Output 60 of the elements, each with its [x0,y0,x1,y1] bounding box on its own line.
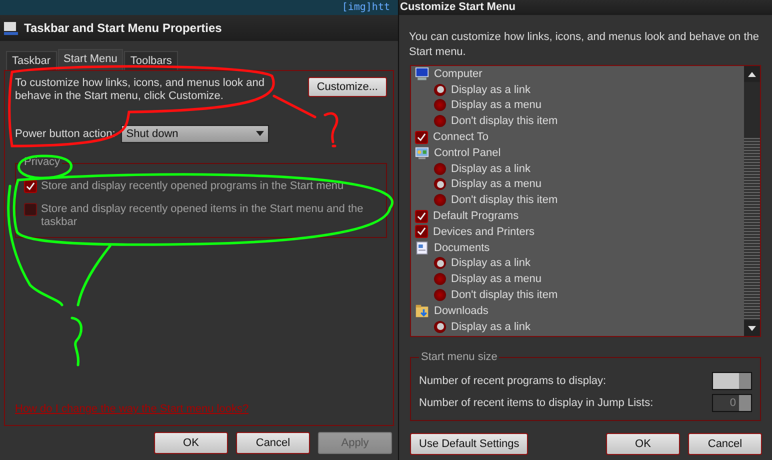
tab[interactable]: Taskbar [6,50,57,70]
caret-icon [256,131,264,136]
default-settings-button[interactable]: Use Default Settings [410,433,528,455]
radio-label: Display as a link [451,257,530,270]
radio-label: Display as a menu [451,273,542,286]
scroll-down-icon [748,326,756,330]
dialog-button[interactable]: OK [606,433,680,455]
radio-button[interactable] [434,99,446,112]
group-title: Start menu size [419,351,500,363]
number-spinner[interactable] [712,372,752,390]
window-title: Customize Start Menu [399,0,772,15]
radio-button[interactable] [434,257,446,270]
checkbox-label: Connect To [433,131,488,144]
radio-button[interactable] [434,289,446,302]
radio-button[interactable] [434,162,446,175]
checkbox-label: Store and display recently opened items in the Start menu and the taskbar [41,202,364,229]
radio-button[interactable] [434,178,446,190]
radio-label: Don't display this item [451,115,558,128]
radio-button[interactable] [434,273,446,286]
dialog-button[interactable]: Cancel [236,432,310,454]
power-dropdown[interactable]: Shut down [121,124,270,143]
radio-button[interactable] [434,84,446,96]
list-item: Downloads [434,304,488,317]
checkbox[interactable] [415,130,428,144]
hand-drawn-line [76,244,112,306]
desktop-text: [img]htt [342,1,390,15]
hand-drawn-question-mark [70,316,82,366]
instructions-text: To customize how links, icons, and menus look and behave in the Start menu, click Customize. [15,76,265,103]
radio-button[interactable] [434,320,446,333]
list-item: Control Panel [434,146,501,159]
radio-button[interactable] [434,115,446,128]
checkbox-label: Devices and Printers [433,226,534,238]
radio-label: Display as a menu [451,178,542,190]
customize-button[interactable]: Customize... [308,76,387,97]
radio-button[interactable] [434,194,446,206]
dialog-button[interactable]: OK [154,432,228,454]
setting-label: Number of recent items to display in Jump Lists: [419,397,654,409]
window-title: Taskbar and Start Menu Properties [24,20,222,35]
hand-drawn-question-mark [324,112,338,148]
radio-label: Don't display this item [451,194,558,206]
scroll-up-icon [748,72,756,76]
list-item: Documents [434,242,490,254]
radio-label: Don't display this item [451,289,558,302]
checkbox[interactable] [415,210,428,223]
radio-label: Display as a link [451,162,530,175]
hand-drawn-line [272,94,316,118]
scrollbar[interactable] [744,66,760,336]
power-label: Power button action: [15,128,116,140]
radio-label: Display as a link [451,320,530,333]
list-item: Computer [434,68,482,80]
radio-label: Display as a menu [451,99,542,112]
checkbox[interactable] [415,225,428,238]
setting-label: Number of recent programs to display: [419,375,606,387]
checkbox-label: Default Programs [433,210,519,222]
dialog-button[interactable]: Cancel [688,433,762,455]
window-icon [4,20,18,35]
scroll-thumb[interactable] [744,82,760,138]
radio-label: Display as a link [451,84,530,96]
instructions-text: You can customize how links, icons, and menus look and behave on the Start menu. [408,30,760,60]
checkbox-label: Store and display recently opened programs in the Start menu [41,180,344,193]
